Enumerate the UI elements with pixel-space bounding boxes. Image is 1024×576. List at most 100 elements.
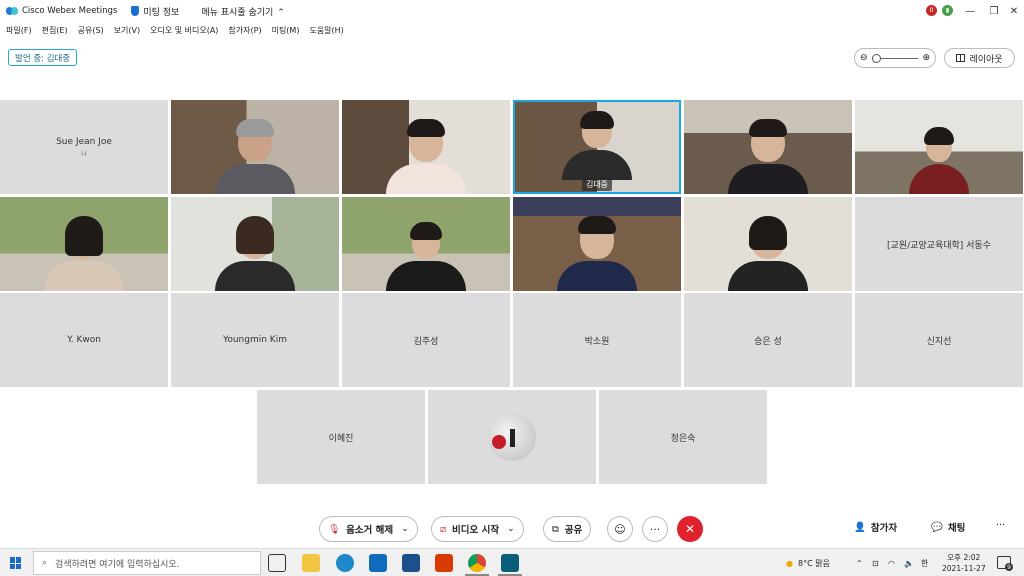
menu-audio-video[interactable]: 오디오 및 비디오(A) [150, 25, 218, 36]
meeting-controls: 🎙 음소거 해제 ⌄ ⧄ 비디오 시작 ⌄ ⧉ 공유 ☺ ··· ✕ 👤 참가자… [0, 510, 1024, 548]
search-icon: ⌕ [42, 558, 48, 568]
participant-video-9[interactable] [513, 197, 681, 291]
notification-center-icon[interactable]: 9 [997, 556, 1013, 571]
unmute-button[interactable]: 🎙 음소거 해제 ⌄ [319, 516, 418, 542]
participant-video-6[interactable] [0, 197, 168, 291]
taskbar-search-input[interactable]: ⌕ 검색하려면 여기에 입력하십시오. [33, 551, 261, 575]
zoom-out-icon[interactable]: ⊖ [860, 53, 868, 63]
participant-name: 박소원 [584, 336, 610, 347]
menu-bar: 파일(F) 편집(E) 공유(S) 보기(V) 오디오 및 비디오(A) 참가자… [0, 22, 354, 38]
participant-video-2[interactable] [342, 100, 510, 194]
reactions-button[interactable]: ☺ [607, 516, 633, 542]
office-icon[interactable] [435, 554, 453, 572]
participant-tile-jungeunsook[interactable]: 정은숙 [599, 390, 767, 484]
participant-tile-seungeun[interactable]: 승은 성 [684, 293, 852, 387]
menu-view[interactable]: 보기(V) [114, 25, 140, 36]
participant-tile-sue[interactable]: Sue Jean Joe 나 [0, 100, 168, 194]
windows-start-icon[interactable] [10, 557, 22, 569]
participant-tile-avatar[interactable] [428, 390, 596, 484]
participant-tile-youngmin[interactable]: Youngmin Kim [171, 293, 339, 387]
zoom-slider[interactable]: ⊖ ⊕ [854, 48, 936, 68]
mic-off-icon: 🎙 [328, 523, 341, 535]
participant-tile-kwon[interactable]: Y. Kwon [0, 293, 168, 387]
panel-options-button[interactable]: ··· [996, 520, 1005, 531]
weather-text: 8°C 맑음 [797, 558, 830, 568]
participants-label: 참가자 [870, 523, 898, 534]
chat-button[interactable]: 💬 채팅 [931, 520, 965, 535]
menu-share[interactable]: 공유(S) [78, 25, 104, 36]
start-video-button[interactable]: ⧄ 비디오 시작 ⌄ [431, 516, 524, 542]
active-speaker-name-tag: 김대중 [581, 178, 613, 191]
menu-meeting[interactable]: 미팅(M) [272, 25, 300, 36]
participant-name: Youngmin Kim [223, 335, 287, 345]
participant-tile-parksowon[interactable]: 박소원 [513, 293, 681, 387]
hide-menu-bar-button[interactable]: 메뉴 표시줄 숨기기 ⌃ [201, 5, 285, 18]
network-icon[interactable]: ⊡ [872, 549, 879, 576]
close-icon: ✕ [684, 522, 696, 536]
mail-icon[interactable] [369, 554, 387, 572]
participant-video-1[interactable] [171, 100, 339, 194]
menu-help[interactable]: 도움말(H) [309, 25, 343, 36]
webex-taskbar-icon[interactable] [501, 554, 519, 572]
edge-browser-icon[interactable] [336, 554, 354, 572]
sun-icon: ● [786, 558, 793, 568]
clock-time: 오후 2:02 [947, 553, 981, 562]
chevron-up-icon: ⌃ [277, 7, 285, 18]
participant-video-4[interactable] [684, 100, 852, 194]
chat-icon: 💬 [931, 521, 943, 533]
participant-name: Sue Jean Joe [56, 136, 112, 147]
zoom-in-icon[interactable]: ⊕ [922, 53, 930, 63]
close-window-button[interactable]: ✕ [1002, 2, 1024, 20]
webex-logo-icon [6, 7, 18, 15]
chevron-down-icon[interactable]: ⌄ [401, 524, 409, 534]
wifi-icon[interactable]: ◠ [888, 549, 895, 576]
participant-name: 김주성 [413, 336, 439, 347]
ellipsis-icon: ··· [649, 522, 661, 536]
taskbar-clock[interactable]: 오후 2:02 2021-11-27 [942, 552, 986, 574]
minimize-button[interactable]: — [958, 2, 982, 20]
task-view-icon[interactable] [268, 554, 286, 572]
layout-button[interactable]: 레이아웃 [944, 48, 1015, 68]
zoom-knob[interactable] [871, 53, 881, 63]
file-explorer-icon[interactable] [302, 554, 320, 572]
more-options-button[interactable]: ··· [642, 516, 668, 542]
store-icon[interactable] [402, 554, 420, 572]
participant-video-5[interactable] [855, 100, 1023, 194]
recording-badge[interactable]: 0 [926, 5, 937, 16]
start-video-label: 비디오 시작 [452, 525, 500, 536]
participant-tile-seo[interactable]: [교원/교양교육대학] 서동수 [855, 197, 1023, 291]
participant-video-7[interactable] [171, 197, 339, 291]
volume-icon[interactable]: 🔈 [904, 549, 914, 576]
clock-date: 2021-11-27 [942, 564, 986, 573]
weather-widget[interactable]: ● 8°C 맑음 [786, 549, 830, 576]
participant-tile-leehyejin[interactable]: 이혜진 [257, 390, 425, 484]
menu-file[interactable]: 파일(F) [6, 25, 32, 36]
participant-video-person [728, 216, 808, 291]
menu-participants[interactable]: 참가자(P) [228, 25, 261, 36]
chevron-down-icon[interactable]: ⌄ [507, 524, 515, 534]
chrome-icon[interactable] [468, 554, 486, 572]
title-bar: Cisco Webex Meetings 미팅 정보 메뉴 표시줄 숨기기 ⌃ [0, 0, 1024, 22]
participant-video-10[interactable] [684, 197, 852, 291]
network-status-icon[interactable]: ▮ [942, 5, 953, 16]
participant-video-active-speaker[interactable]: 김대중 [513, 100, 681, 194]
ime-indicator[interactable]: 한 [921, 549, 928, 576]
tray-expand-icon[interactable]: ⌃ [856, 549, 863, 576]
participant-name: Y. Kwon [67, 335, 101, 345]
layout-label: 레이아웃 [969, 54, 1003, 65]
participant-video-8[interactable] [342, 197, 510, 291]
menu-edit[interactable]: 편집(E) [42, 25, 68, 36]
participant-video-person [728, 119, 808, 194]
participant-tile-kimjusung[interactable]: 김주성 [342, 293, 510, 387]
app-title: Cisco Webex Meetings [22, 6, 118, 16]
participants-button[interactable]: 👤 참가자 [854, 520, 898, 535]
share-button[interactable]: ⧉ 공유 [543, 516, 592, 542]
share-screen-icon: ⧉ [552, 523, 559, 535]
participant-video-person [386, 119, 466, 194]
notification-count: 9 [1005, 563, 1013, 571]
participant-video-person [909, 127, 969, 194]
participant-name: [교원/교양교육대학] 서동수 [887, 240, 991, 251]
meeting-info-button[interactable]: 미팅 정보 [143, 5, 179, 18]
participant-tile-shinjiseon[interactable]: 신지선 [855, 293, 1023, 387]
end-meeting-button[interactable]: ✕ [677, 516, 703, 542]
